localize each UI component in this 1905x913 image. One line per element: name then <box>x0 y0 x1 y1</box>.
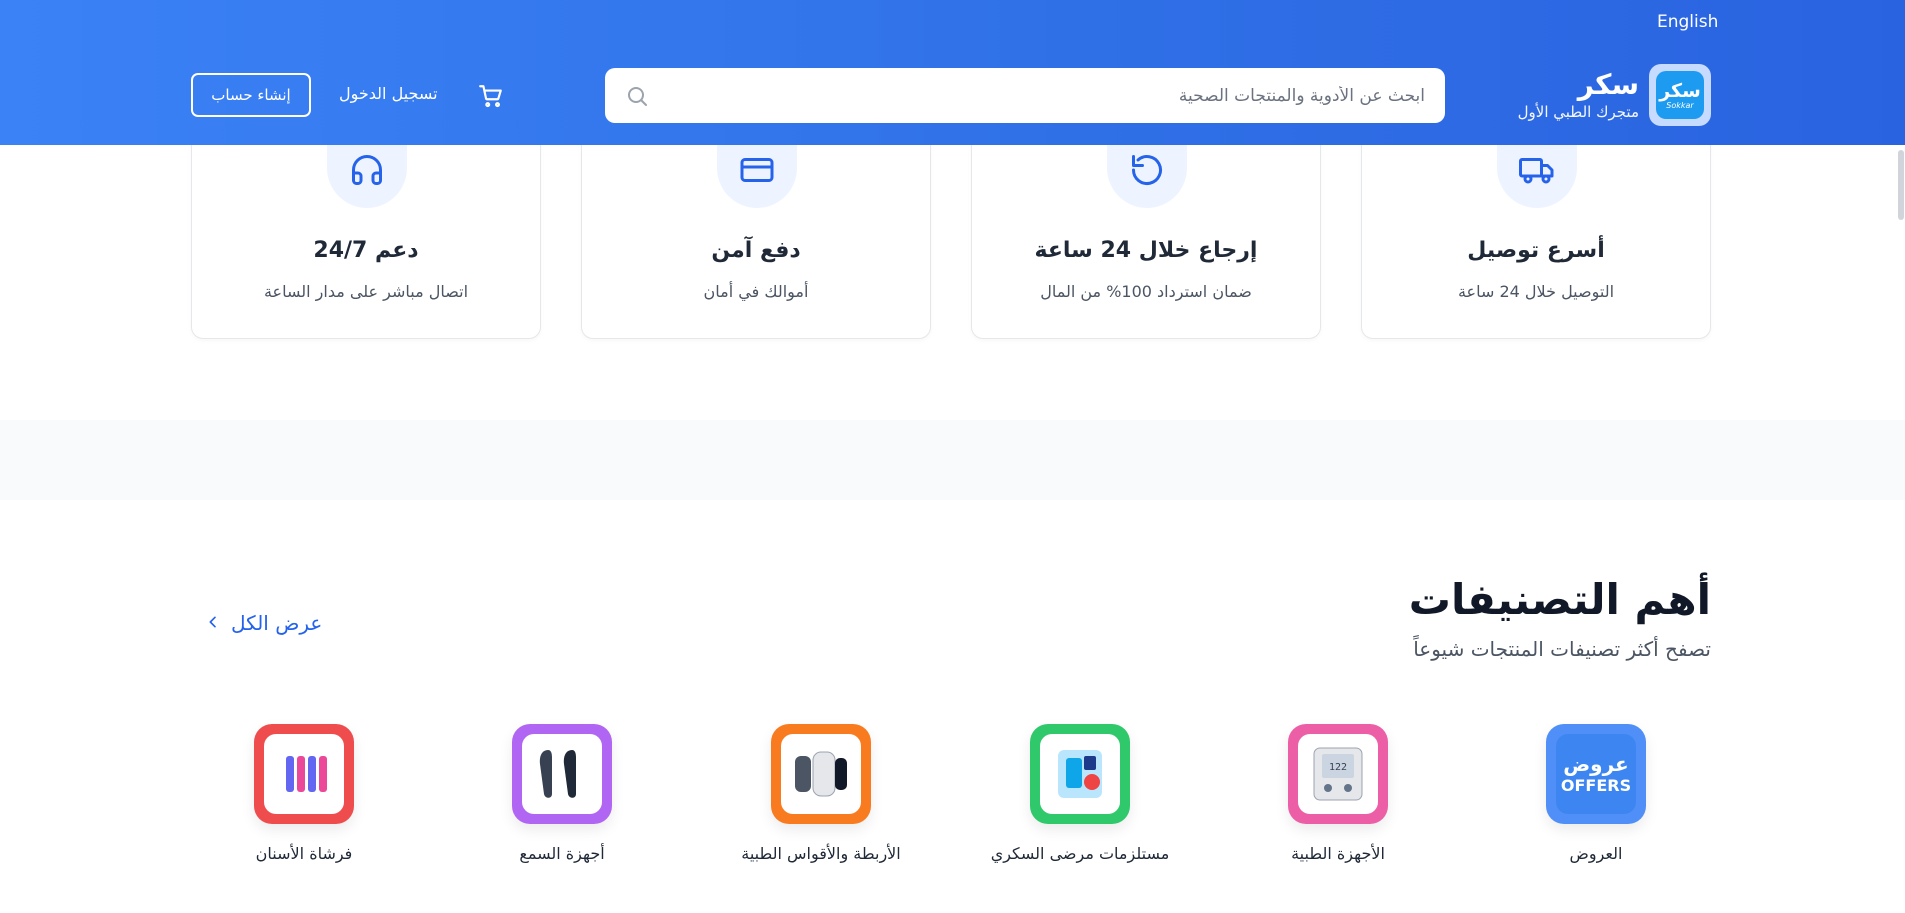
blood-pressure-monitor-image: 122 <box>1298 734 1378 814</box>
headphones-icon <box>349 152 385 192</box>
view-all-label: عرض الكل <box>231 611 323 635</box>
feature-subtitle: اتصال مباشر على مدار الساعة <box>263 282 469 301</box>
category-toothbrushes[interactable]: فرشاة الأسنان <box>194 724 414 863</box>
logo: سكر Sokkar <box>1649 64 1711 126</box>
category-tile <box>512 724 612 824</box>
category-diabetes-supplies[interactable]: مستلزمات مرضى السكري <box>970 724 1190 863</box>
search-input[interactable] <box>649 85 1425 106</box>
feature-title: إرجاع خلال 24 ساعة <box>1034 238 1258 263</box>
signup-button[interactable]: إنشاء حساب <box>191 73 311 117</box>
cart-icon[interactable] <box>478 83 504 109</box>
feature-card-returns: إرجاع خلال 24 ساعة ضمان استرداد 100% من … <box>971 120 1321 339</box>
feature-title: دعم 24/7 <box>313 238 419 263</box>
credit-card-icon <box>739 152 775 192</box>
feature-card-support: دعم 24/7 اتصال مباشر على مدار الساعة <box>191 120 541 339</box>
feature-title: دفع آمن <box>711 238 801 263</box>
chevron-left-icon <box>205 611 221 635</box>
refresh-icon <box>1129 152 1165 192</box>
offers-image: عروض OFFERS <box>1556 734 1636 814</box>
brace-image <box>781 734 861 814</box>
category-label: مستلزمات مرضى السكري <box>990 844 1170 863</box>
feature-card-payment: دفع آمن أموالك في أمان <box>581 120 931 339</box>
section-divider-band <box>0 420 1905 500</box>
category-tile <box>771 724 871 824</box>
category-medical-devices[interactable]: 122 الأجهزة الطبية <box>1228 724 1448 863</box>
svg-text:122: 122 <box>1329 762 1347 773</box>
offers-text-en: OFFERS <box>1560 776 1632 795</box>
view-all-link[interactable]: عرض الكل <box>205 611 322 635</box>
category-label: الأربطة والأقواس الطبية <box>741 844 901 863</box>
login-link[interactable]: تسجيل الدخول <box>339 84 438 103</box>
section-subtitle: تصفح أكثر تصنيفات المنتجات شيوعاً <box>1413 637 1711 661</box>
feature-subtitle: التوصيل خلال 24 ساعة <box>1457 282 1615 301</box>
feature-title: أسرع توصيل <box>1467 238 1605 263</box>
category-label: العروض <box>1569 844 1623 863</box>
logo-text-en: Sokkar <box>1666 100 1694 110</box>
logo-text-ar: سكر <box>1659 79 1701 102</box>
category-tile <box>1030 724 1130 824</box>
category-tile: 122 <box>1288 724 1388 824</box>
category-label: الأجهزة الطبية <box>1291 844 1385 863</box>
truck-icon <box>1519 152 1555 192</box>
section-title: أهم التصنيفات <box>1408 575 1711 624</box>
features-row: أسرع توصيل التوصيل خلال 24 ساعة إرجاع خل… <box>191 120 1711 340</box>
brand[interactable]: سكر Sokkar سكر متجرك الطبي الأول <box>1518 64 1711 126</box>
search-icon[interactable] <box>625 84 649 108</box>
search-bar <box>605 68 1445 123</box>
feature-subtitle: ضمان استرداد 100% من المال <box>1040 282 1252 301</box>
category-label: فرشاة الأسنان <box>255 844 353 863</box>
category-tile: عروض OFFERS <box>1546 724 1646 824</box>
feature-subtitle: أموالك في أمان <box>703 282 809 301</box>
scrollbar-thumb[interactable] <box>1898 150 1904 220</box>
diabetes-supplies-image <box>1040 734 1120 814</box>
category-hearing-aids[interactable]: أجهزة السمع <box>452 724 672 863</box>
category-offers[interactable]: عروض OFFERS العروض <box>1486 724 1706 863</box>
toothbrush-image <box>264 734 344 814</box>
category-label: أجهزة السمع <box>519 844 605 863</box>
offers-text-ar: عروض <box>1563 752 1629 776</box>
hearing-aid-image <box>522 734 602 814</box>
brand-tagline: متجرك الطبي الأول <box>1517 103 1639 121</box>
top-header: English سكر Sokkar سكر متجرك الطبي الأول… <box>0 0 1905 145</box>
category-tile <box>254 724 354 824</box>
brand-name: سكر <box>1577 68 1639 101</box>
language-switch-link[interactable]: English <box>1657 12 1718 32</box>
feature-card-delivery: أسرع توصيل التوصيل خلال 24 ساعة <box>1361 120 1711 339</box>
category-braces[interactable]: الأربطة والأقواس الطبية <box>711 724 931 863</box>
